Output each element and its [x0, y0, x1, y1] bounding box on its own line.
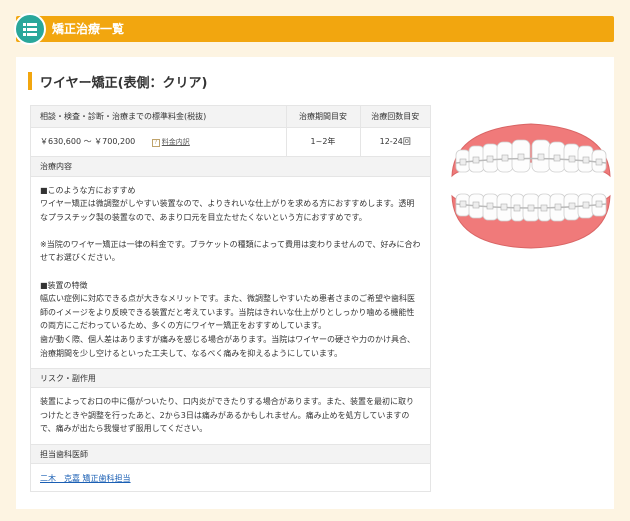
price-table: 相談・検査・診断・治療までの標準料金(税抜) 治療期間目安 治療回数目安 ￥63… [31, 106, 430, 157]
question-icon: ? [151, 139, 160, 147]
treatment-body: ■このような方におすすめ ワイヤー矯正は微調整がしやすい装置なので、よりきれいな… [31, 177, 430, 369]
price-cell: ￥630,600 〜 ￥700,200 ? 料金内訳 [31, 127, 286, 157]
doctor-heading: 担当歯科医師 [31, 444, 430, 464]
info-panel: 相談・検査・診断・治療までの標準料金(税抜) 治療期間目安 治療回数目安 ￥63… [30, 105, 431, 492]
section-title-wrap: ワイヤー矯正(表側：クリア) [28, 72, 208, 91]
period-header: 治療期間目安 [285, 106, 360, 128]
treatment-paragraph: ■装置の特徴 [40, 280, 88, 290]
risk-heading: リスク・副作用 [31, 368, 430, 389]
price-header: 相談・検査・診断・治療までの標準料金(税抜) [31, 106, 286, 128]
treatment-paragraph: ■このような方におすすめ [40, 185, 136, 195]
risk-text: 装置によってお口の中に傷がついたり、口内炎ができたりする場合があります。また、装… [40, 397, 414, 434]
page-title: 矯正治療一覧 [52, 22, 125, 36]
price-detail[interactable]: ? 料金内訳 [151, 137, 190, 147]
list-icon [14, 13, 46, 45]
price-detail-link[interactable]: 料金内訳 [162, 138, 190, 146]
doctor-link[interactable]: 二木 克嘉 矯正歯科担当 [31, 464, 430, 493]
treatment-heading: 治療内容 [31, 156, 430, 177]
treatment-paragraph: ワイヤー矯正は微調整がしやすい装置なので、よりきれいな仕上がりを求める方におすす… [40, 199, 415, 222]
section-title: ワイヤー矯正(表側：クリア) [40, 76, 208, 91]
teeth-with-clear-braces-illustration [448, 118, 614, 256]
count-value: 12-24回 [359, 127, 430, 157]
period-value: 1~2年 [285, 127, 360, 157]
treatment-paragraph: 幅広い症例に対応できる点が大きなメリットです。また、微調整しやすいため患者さまの… [40, 294, 415, 331]
count-header: 治療回数目安 [359, 106, 430, 128]
treatment-paragraph: ※当院のワイヤー矯正は一律の料金です。ブラケットの種類によって費用は変わりません… [40, 239, 421, 263]
price-value: ￥630,600 〜 ￥700,200 [40, 137, 136, 146]
treatment-paragraph: 歯が動く際、個人差はありますが痛みを感じる場合があります。当院はワイヤーの硬さや… [40, 335, 415, 358]
